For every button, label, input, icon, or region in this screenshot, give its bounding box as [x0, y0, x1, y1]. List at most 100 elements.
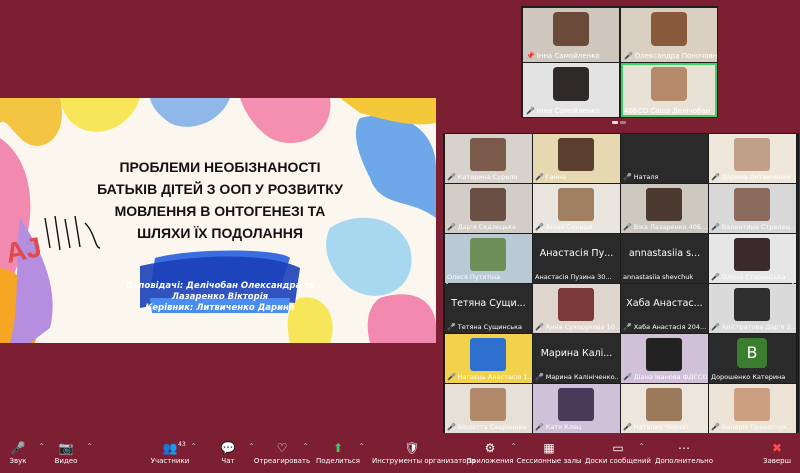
participant-tile[interactable]: 🎤 Дар'я Седлецька: [445, 184, 532, 233]
more-label: Дополнительно: [654, 457, 714, 465]
top-video-tile[interactable]: 🎤 Інна Самойленко: [523, 63, 619, 117]
participant-name: 40БСО Саша Делічобан: [624, 107, 711, 115]
participant-tile[interactable]: Тетяна Сущи... 🎤 Тетяна Сущинська: [445, 284, 532, 333]
top-video-tile[interactable]: 🎤 Олександра Поночовна: [621, 8, 717, 62]
participant-tile[interactable]: 🎤 Віка Лазаренко 40Б...: [621, 184, 708, 233]
mic-muted-icon: 🎤: [535, 223, 544, 231]
participant-count: 43: [178, 441, 186, 448]
host-icon: 🛡: [404, 441, 420, 455]
mic-muted-icon: 🎤: [711, 223, 720, 231]
participant-name: Анастасія Пузина 30...: [535, 273, 612, 281]
participant-video: [558, 188, 594, 221]
mic-muted-icon: 🎤: [535, 323, 544, 331]
mic-muted-icon: 🎤: [623, 423, 632, 431]
participant-tile[interactable]: 🎤 Наталя: [621, 134, 708, 183]
more-button[interactable]: ⋯ Дополнительно: [644, 437, 724, 473]
host-label: Инструменты организатора: [372, 457, 476, 465]
participant-name: 🎤 Аліна Синиця: [535, 223, 592, 231]
participant-tile[interactable]: 🎤 Дарина Литвиченко: [709, 134, 796, 183]
participant-tile[interactable]: 🎤 Анна Сухорукова 10...: [533, 284, 620, 333]
meeting-toolbar: 🎤 Звук ^ 📷 Видео ^ 👥 43 Участники ^ 💬 Чат ^ ♡ Отреагир…: [0, 437, 800, 473]
mic-muted-icon: 🎤: [447, 423, 456, 431]
mic-muted-icon: 🎤: [535, 373, 544, 381]
participant-name: 🎤 Віка Лазаренко 40Б...: [623, 223, 707, 231]
mic-muted-icon: 🎤: [623, 173, 632, 181]
slide-authors: Доповідачі: Делічобан Олександра та Лаза…: [125, 281, 315, 313]
participant-name: 🎤 Марина Калініченко...: [535, 373, 619, 381]
participant-name: 🎤 Віолетта Савранова: [447, 423, 527, 431]
participant-tile[interactable]: 🎤 Валерія Прокопчук...: [709, 384, 796, 433]
participant-display-name: annastasiia s...: [628, 248, 701, 259]
participant-video: [553, 67, 589, 101]
participant-tile[interactable]: 🎤 Наталия Чернат: [621, 384, 708, 433]
participant-tile[interactable]: Олеся Путятіна: [445, 234, 532, 283]
participant-tile[interactable]: В Дорошенко Катерина: [709, 334, 796, 383]
participant-name: 📌 Інна Самойленко: [526, 52, 600, 60]
participant-video: [646, 188, 682, 221]
participant-video: [646, 338, 682, 371]
video-button[interactable]: 📷 Видео ^: [26, 437, 106, 473]
participant-tile[interactable]: Анастасія Пу... Анастасія Пузина 30...: [533, 234, 620, 283]
participant-video: [470, 238, 506, 271]
participant-name: 🎤 Тетяна Сущинська: [447, 323, 522, 331]
mic-muted-icon: 🎤: [447, 223, 456, 231]
participant-video: [651, 67, 687, 101]
caret-up-icon[interactable]: ^: [87, 443, 92, 450]
mic-muted-icon: 🎤: [535, 423, 544, 431]
participant-tile[interactable]: Марина Калі... 🎤 Марина Калініченко...: [533, 334, 620, 383]
participant-tile[interactable]: 🎤 Віолетта Савранова: [445, 384, 532, 433]
participant-tile[interactable]: Хаба Анастас... 🎤 Хаба Анастасія 204...: [621, 284, 708, 333]
participant-name: 🎤 Олександра Поночовна: [624, 52, 717, 60]
top-video-strip: 📌 Інна Самойленко 🎤 Олександра Поночовна 🎤 Ін…: [521, 6, 718, 118]
breakout-label: Сессионные залы: [516, 457, 582, 465]
host-button[interactable]: 🛡 Инструменты организатора: [372, 437, 476, 473]
participant-display-name: Анастасія Пу...: [539, 248, 614, 259]
participant-name: 🎤 Алістратова Дар'я 2...: [711, 323, 795, 331]
participant-name: 🎤 Інна Самойленко: [526, 107, 600, 115]
participant-tile[interactable]: 🎤 Олена Старинська: [709, 234, 796, 283]
gallery-pager[interactable]: [612, 121, 628, 125]
participant-tile[interactable]: 🎤 Аліна Синиця: [533, 184, 620, 233]
participant-tile[interactable]: 🎤 Нагаєць Анастасія 1...: [445, 334, 532, 383]
participant-name: 🎤 Діана Іванова ФДССО: [623, 373, 707, 381]
participant-name: 🎤 Наталия Чернат: [623, 423, 690, 431]
video-label: Видео: [54, 457, 78, 465]
participant-video: [734, 238, 770, 271]
participant-video: [558, 288, 594, 321]
participant-video: [646, 388, 682, 421]
participant-name: 🎤 Валентина Стрелец...: [711, 223, 795, 231]
participant-tile[interactable]: 🎤 Ганна: [533, 134, 620, 183]
mic-muted-icon: 🎤: [624, 52, 633, 60]
participant-tile[interactable]: 🎤 Алістратова Дар'я 2...: [709, 284, 796, 333]
mic-muted-icon: 🎤: [623, 323, 632, 331]
participant-display-name: Тетяна Сущи...: [451, 298, 526, 309]
top-video-tile[interactable]: 40БСО Саша Делічобан: [621, 63, 717, 117]
top-video-tile[interactable]: 📌 Інна Самойленко: [523, 8, 619, 62]
mic-muted-icon: 🎤: [711, 423, 720, 431]
participant-tile[interactable]: 🎤 Катя Клец: [533, 384, 620, 433]
mic-muted-icon: 🎤: [711, 273, 720, 281]
participant-tile[interactable]: 🎤 Діана Іванова ФДССО: [621, 334, 708, 383]
participant-tile[interactable]: annastasiia s... annastasiia shevchuk: [621, 234, 708, 283]
participant-name: 🎤 Катя Клец: [535, 423, 582, 431]
mic-muted-icon: 🎤: [711, 323, 720, 331]
end-button[interactable]: ✖ Заверш: [737, 437, 800, 473]
avatar: В: [737, 338, 767, 368]
participant-video: [734, 288, 770, 321]
participant-video: [558, 138, 594, 171]
participant-gallery: ‹ › 🎤Катерина Сурело🎤Ганна🎤Наталя🎤Дарина…: [443, 133, 799, 433]
participant-video: [734, 188, 770, 221]
participant-name: 🎤 Олена Старинська: [711, 273, 786, 281]
share-button[interactable]: ⬆ Поделиться ^: [298, 437, 378, 473]
participant-video: [558, 388, 594, 421]
participant-video: [734, 388, 770, 421]
participant-name: 🎤 Дарина Литвиченко: [711, 173, 791, 181]
participant-video: [470, 138, 506, 171]
pin-icon: 📌: [526, 52, 535, 60]
breakout-button[interactable]: ▦ Сессионные залы: [509, 437, 589, 473]
caret-up-icon[interactable]: ^: [359, 443, 364, 450]
shared-screen-slide: AJ ПРОБЛЕМИ НЕОБІЗНАНОСТІ БАТЬКІВ ДІТЕЙ …: [0, 98, 436, 343]
mic-muted-icon: 🎤: [623, 373, 632, 381]
participant-tile[interactable]: 🎤 Валентина Стрелец...: [709, 184, 796, 233]
participant-tile[interactable]: 🎤 Катерина Сурело: [445, 134, 532, 183]
